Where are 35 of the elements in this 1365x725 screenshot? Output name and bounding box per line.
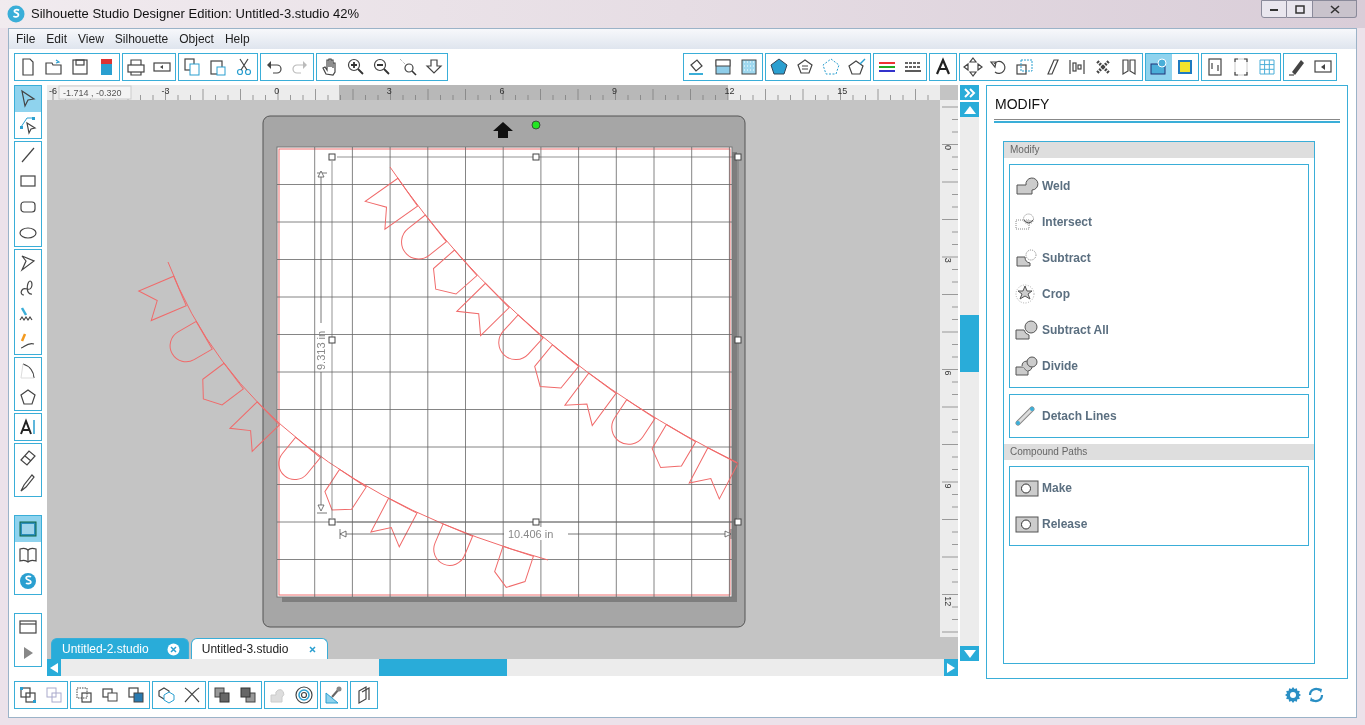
modify-option[interactable]: Detach Lines — [1010, 398, 1308, 434]
modify-option[interactable]: Crop — [1010, 276, 1308, 312]
menu-item[interactable]: File — [11, 30, 41, 48]
modify-option[interactable]: Make — [1010, 470, 1308, 506]
ruler-label: 12 — [943, 596, 953, 607]
panel-title: MODIFY — [995, 95, 1051, 114]
modify-option[interactable]: Subtract All — [1010, 312, 1308, 348]
ruler-label: 3 — [943, 257, 953, 263]
ruler-label: 9 — [943, 483, 953, 489]
modify-option[interactable]: Subtract — [1010, 240, 1308, 276]
modify-option[interactable]: Release — [1010, 506, 1308, 542]
section-heading: Modify — [1004, 142, 1314, 158]
width-dimension-label: 10.406 in — [508, 528, 554, 540]
menu-item[interactable]: Object — [174, 30, 219, 48]
section-heading: Compound Paths — [1004, 444, 1314, 460]
window-title: Silhouette Studio Designer Edition: Untitled-3.studio 42% — [31, 5, 360, 24]
cursor-coordinates: -1.714 , -0.320 — [63, 87, 122, 98]
modify-option[interactable]: Intersect — [1010, 204, 1308, 240]
ruler-label: 6 — [943, 370, 953, 376]
menu-item[interactable]: View — [73, 30, 109, 48]
menu-item[interactable]: Edit — [41, 30, 73, 48]
modify-option[interactable]: Weld — [1010, 168, 1308, 204]
ruler-label: -6 — [49, 86, 57, 96]
ruler-label: -3 — [161, 86, 170, 96]
modify-option[interactable]: Divide — [1010, 348, 1308, 384]
ruler-label: 6 — [499, 86, 505, 96]
ruler-label: 0 — [274, 86, 280, 96]
ruler-label: 9 — [612, 86, 617, 96]
menu-item[interactable]: Help — [219, 30, 255, 48]
ruler-label: 3 — [386, 86, 392, 96]
ruler-label: 12 — [724, 86, 735, 96]
menu-item[interactable]: Silhouette — [109, 30, 174, 48]
ruler-label: 0 — [943, 145, 953, 150]
ruler-label: 15 — [837, 86, 848, 96]
document-tab[interactable]: Untitled-3.studio — [190, 638, 329, 659]
